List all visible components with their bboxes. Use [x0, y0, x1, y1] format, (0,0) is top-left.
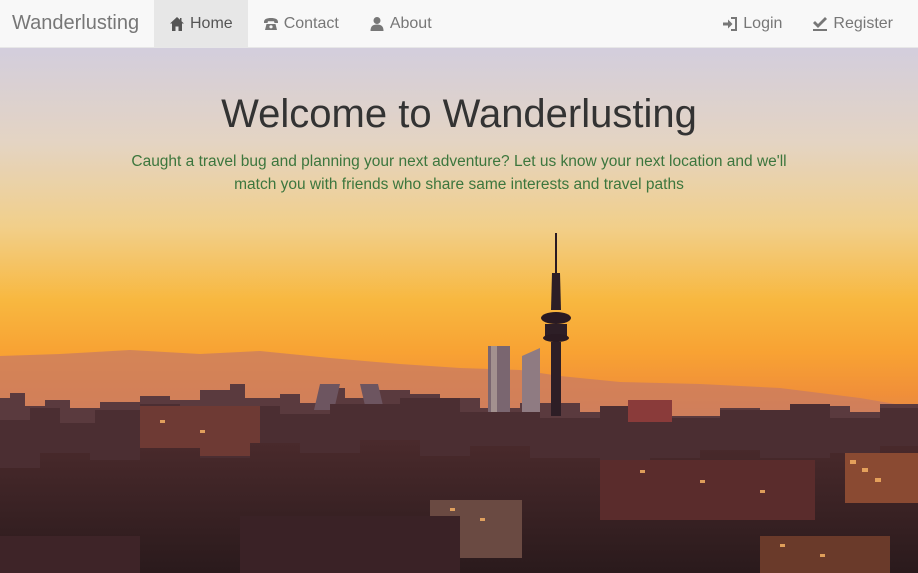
hero-subtitle: Caught a travel bug and planning your ne… — [131, 153, 787, 193]
nav-right: Login Register — [707, 0, 908, 48]
phone-icon — [263, 16, 279, 32]
navbar: Wanderlusting Home Contact About Login R… — [0, 0, 918, 48]
nav-item-home-label: Home — [190, 15, 233, 32]
nav-item-contact[interactable]: Contact — [248, 0, 354, 48]
nav-item-home[interactable]: Home — [154, 0, 248, 48]
nav-item-register-label: Register — [833, 15, 893, 32]
user-icon — [369, 16, 385, 32]
nav-item-about-label: About — [389, 15, 432, 32]
nav-item-about[interactable]: About — [354, 0, 447, 48]
home-icon — [169, 16, 185, 32]
hero-banner: Welcome to Wanderlusting Caught a travel… — [0, 48, 918, 573]
brand-link[interactable]: Wanderlusting — [12, 12, 139, 35]
nav-item-login[interactable]: Login — [707, 0, 797, 48]
nav-item-register[interactable]: Register — [797, 0, 908, 48]
checkmark-icon — [812, 16, 828, 32]
nav-item-login-label: Login — [743, 15, 783, 32]
nav-item-contact-label: Contact — [283, 15, 339, 32]
login-icon — [722, 16, 738, 32]
hero-title: Welcome to Wanderlusting — [221, 92, 697, 136]
nav-left: Home Contact About — [154, 0, 447, 48]
